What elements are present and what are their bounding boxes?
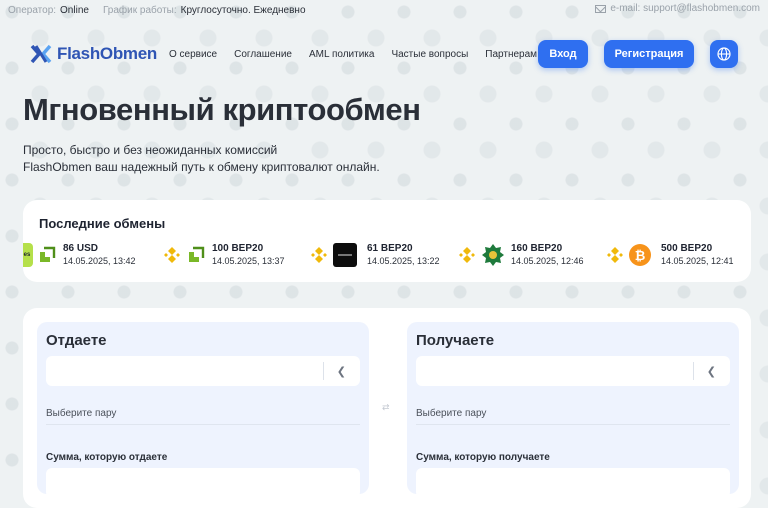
exchange-form: Отдаете ❮ Выберите пару Сумма, которую о…	[23, 308, 751, 508]
give-pair-select[interactable]: ❮	[46, 356, 360, 386]
logo[interactable]: FlashObmen	[30, 43, 157, 65]
schedule-label: График работы:	[102, 4, 177, 16]
register-button[interactable]: Регистрация	[604, 40, 694, 68]
nav-link-agreement[interactable]: Соглашение	[234, 49, 292, 60]
exchange-item: es 86 USD 14.05.2025, 13:42	[23, 240, 136, 270]
give-card: Отдаете ❮ Выберите пару Сумма, которую о…	[37, 322, 369, 498]
hero-subtitle: Просто, быстро и без неожиданных комисси…	[23, 142, 380, 176]
login-button[interactable]: Вход	[538, 40, 588, 68]
main-nav: FlashObmen О сервисе Соглашение AML поли…	[30, 38, 740, 70]
get-amount-input[interactable]	[416, 468, 730, 498]
logo-text: FlashObmen	[57, 44, 157, 63]
nav-links: О сервисе Соглашение AML политика Частые…	[169, 49, 554, 60]
exchange-amount: 500 BEP20	[661, 243, 713, 254]
exchange-item: 61 BEP20 14.05.2025, 13:22	[309, 240, 440, 270]
operator-status: Online	[60, 4, 89, 16]
page-title: Мгновенный криптообмен	[23, 92, 421, 127]
give-pair-hint: Выберите пару	[46, 408, 117, 419]
schedule-value: Круглосуточно. Ежедневно	[180, 4, 306, 16]
bnb-icon	[311, 247, 327, 263]
language-button[interactable]	[710, 40, 738, 68]
get-pair-select[interactable]: ❮	[416, 356, 730, 386]
get-card: Получаете ❮ Выберите пару Сумма, которую…	[407, 322, 739, 498]
get-amount-label: Сумма, которую получаете	[416, 452, 550, 463]
support-email-text: e-mail: support@flashobmen.com	[610, 3, 760, 14]
nav-link-about[interactable]: О сервисе	[169, 49, 217, 60]
green-card-icon: es	[23, 243, 33, 267]
payeer-icon	[40, 246, 56, 262]
mail-icon	[595, 4, 607, 13]
exchange-amount: 61 BEP20	[367, 243, 413, 254]
exchange-date: 14.05.2025, 13:22	[367, 256, 440, 266]
chevron-left-icon: ❮	[706, 366, 716, 378]
give-title: Отдаете	[46, 332, 107, 349]
support-email[interactable]: e-mail: support@flashobmen.com	[595, 3, 760, 14]
hero-subtitle-line2: FlashObmen ваш надежный путь к обмену кр…	[23, 160, 380, 174]
divider	[46, 424, 360, 425]
exchange-date: 14.05.2025, 12:41	[661, 256, 734, 266]
select-divider	[693, 362, 694, 380]
bnb-icon	[459, 247, 475, 263]
recent-exchanges: Последние обмены es 86 USD 14.05.2025, 1…	[23, 200, 751, 282]
exchange-amount: 86 USD	[63, 243, 99, 254]
give-amount-input[interactable]	[46, 468, 360, 498]
green-star-icon	[482, 244, 504, 266]
swap-arrows-icon[interactable]: ⇄	[382, 402, 390, 413]
exchange-date: 14.05.2025, 12:46	[511, 256, 584, 266]
exchange-item: ₿ 500 BEP20 14.05.2025, 12:41	[605, 240, 734, 270]
exchange-amount: 100 BEP20	[212, 243, 264, 254]
bnb-icon	[164, 247, 180, 263]
exchange-date: 14.05.2025, 13:37	[212, 256, 285, 266]
get-title: Получаете	[416, 332, 495, 349]
divider	[416, 424, 730, 425]
nav-link-partners[interactable]: Партнерам	[485, 49, 537, 60]
dark-card-icon	[333, 243, 357, 267]
top-info-bar: Оператор: Online График работы: Круглосу…	[0, 0, 768, 20]
operator-label: Оператор:	[8, 4, 57, 16]
chevron-left-icon: ❮	[336, 366, 346, 378]
nav-link-faq[interactable]: Частые вопросы	[391, 49, 468, 60]
recent-exchanges-title: Последние обмены	[39, 216, 166, 231]
select-divider	[323, 362, 324, 380]
exchange-item: 160 BEP20 14.05.2025, 12:46	[457, 240, 584, 270]
payeer-icon	[189, 246, 205, 262]
exchange-amount: 160 BEP20	[511, 243, 563, 254]
globe-icon	[717, 47, 731, 61]
logo-icon	[30, 44, 52, 64]
give-amount-label: Сумма, которую отдаете	[46, 452, 168, 463]
nav-link-aml[interactable]: AML политика	[309, 49, 374, 60]
recent-exchanges-list: es 86 USD 14.05.2025, 13:42 100 BEP20 14…	[23, 240, 751, 270]
hero-subtitle-line1: Просто, быстро и без неожиданных комисси…	[23, 143, 278, 157]
exchange-item: 100 BEP20 14.05.2025, 13:37	[162, 240, 285, 270]
exchange-date: 14.05.2025, 13:42	[63, 256, 136, 266]
bitcoin-icon: ₿	[629, 244, 651, 266]
bnb-icon	[607, 247, 623, 263]
get-pair-hint: Выберите пару	[416, 408, 487, 419]
